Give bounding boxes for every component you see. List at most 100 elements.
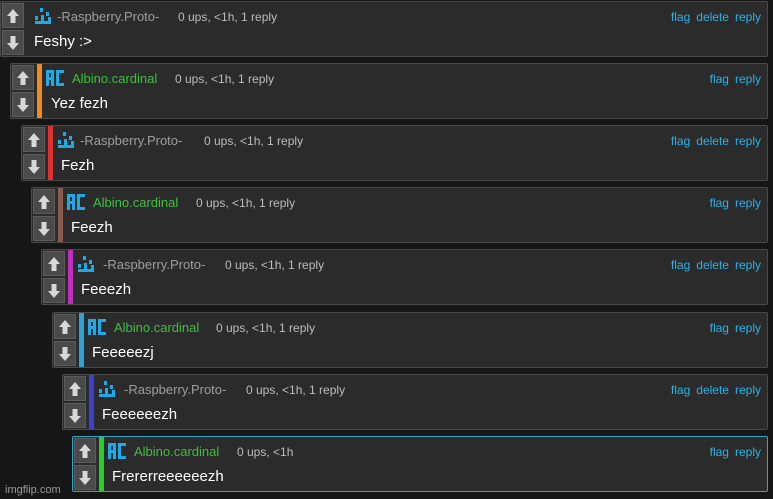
avatar[interactable] bbox=[76, 254, 96, 274]
username-link[interactable]: -Raspberry.Proto- bbox=[124, 382, 226, 398]
username-link[interactable]: Albino.cardinal bbox=[114, 320, 199, 336]
upvote-button[interactable] bbox=[2, 3, 24, 28]
arrow-up-icon bbox=[59, 319, 71, 334]
arrow-up-icon bbox=[48, 256, 60, 271]
arrow-up-icon bbox=[69, 381, 81, 396]
comment-actions: flag delete reply bbox=[665, 258, 761, 272]
comment-1: Albino.cardinal 0 ups, <1h, 1 reply flag… bbox=[10, 63, 768, 119]
thread-accent-bar bbox=[79, 313, 84, 367]
comment-3: Albino.cardinal 0 ups, <1h, 1 reply flag… bbox=[31, 187, 768, 243]
flag-link[interactable]: flag bbox=[671, 383, 690, 397]
comment-meta: 0 ups, <1h, 1 reply bbox=[196, 196, 296, 210]
thread-accent-bar bbox=[68, 250, 73, 304]
flag-link[interactable]: flag bbox=[671, 258, 690, 272]
username-link[interactable]: -Raspberry.Proto- bbox=[80, 133, 182, 149]
rp-avatar-icon bbox=[58, 132, 74, 148]
ac-avatar-icon bbox=[67, 194, 85, 210]
comment-7: Albino.cardinal 0 ups, <1h flag reply Fre… bbox=[72, 436, 768, 492]
reply-link[interactable]: reply bbox=[735, 258, 761, 272]
downvote-button[interactable] bbox=[2, 30, 24, 55]
arrow-up-icon bbox=[79, 443, 91, 458]
downvote-button[interactable] bbox=[64, 403, 86, 428]
comment-0: -Raspberry.Proto- 0 ups, <1h, 1 reply fl… bbox=[0, 1, 768, 57]
arrow-down-icon bbox=[59, 346, 71, 361]
comment-meta: 0 ups, <1h, 1 reply bbox=[225, 258, 325, 272]
downvote-button[interactable] bbox=[33, 216, 55, 241]
vote-controls bbox=[42, 250, 66, 304]
upvote-button[interactable] bbox=[23, 127, 45, 152]
comment-text: Feeeeeezh bbox=[102, 406, 178, 423]
avatar[interactable] bbox=[56, 130, 76, 150]
flag-link[interactable]: flag bbox=[710, 321, 729, 335]
flag-link[interactable]: flag bbox=[671, 10, 690, 24]
downvote-button[interactable] bbox=[12, 92, 34, 117]
reply-link[interactable]: reply bbox=[735, 134, 761, 148]
username-link[interactable]: Albino.cardinal bbox=[93, 195, 178, 211]
delete-link[interactable]: delete bbox=[696, 134, 729, 148]
upvote-button[interactable] bbox=[43, 251, 65, 276]
avatar[interactable] bbox=[66, 192, 86, 212]
thread-accent-bar bbox=[37, 64, 42, 118]
avatar[interactable] bbox=[97, 379, 117, 399]
upvote-button[interactable] bbox=[12, 65, 34, 90]
arrow-up-icon bbox=[38, 194, 50, 209]
delete-link[interactable]: delete bbox=[696, 383, 729, 397]
vote-controls bbox=[63, 375, 87, 429]
reply-link[interactable]: reply bbox=[735, 321, 761, 335]
arrow-up-icon bbox=[7, 8, 19, 23]
flag-link[interactable]: flag bbox=[710, 445, 729, 459]
comment-actions: flag reply bbox=[704, 72, 761, 86]
comment-2: -Raspberry.Proto- 0 ups, <1h, 1 reply fl… bbox=[21, 125, 768, 181]
arrow-up-icon bbox=[17, 70, 29, 85]
username-link[interactable]: Albino.cardinal bbox=[72, 71, 157, 87]
username-link[interactable]: -Raspberry.Proto- bbox=[57, 9, 159, 25]
comment-actions: flag delete reply bbox=[665, 383, 761, 397]
comment-text: Yez fezh bbox=[51, 95, 108, 112]
comment-meta: 0 ups, <1h, 1 reply bbox=[204, 134, 304, 148]
ac-avatar-icon bbox=[108, 443, 126, 459]
arrow-down-icon bbox=[48, 283, 60, 298]
flag-link[interactable]: flag bbox=[710, 72, 729, 86]
arrow-down-icon bbox=[38, 221, 50, 236]
avatar[interactable] bbox=[33, 6, 53, 26]
reply-link[interactable]: reply bbox=[735, 72, 761, 86]
avatar[interactable] bbox=[87, 317, 107, 337]
comment-actions: flag delete reply bbox=[665, 10, 761, 24]
comment-meta: 0 ups, <1h, 1 reply bbox=[178, 10, 278, 24]
comment-text: Feshy :> bbox=[34, 33, 92, 50]
reply-link[interactable]: reply bbox=[735, 196, 761, 210]
delete-link[interactable]: delete bbox=[696, 10, 729, 24]
upvote-button[interactable] bbox=[64, 376, 86, 401]
upvote-button[interactable] bbox=[74, 438, 96, 463]
reply-link[interactable]: reply bbox=[735, 445, 761, 459]
reply-link[interactable]: reply bbox=[735, 10, 761, 24]
upvote-button[interactable] bbox=[33, 189, 55, 214]
comment-text: Frererreeeeeezh bbox=[112, 468, 224, 485]
avatar[interactable] bbox=[45, 68, 65, 88]
downvote-button[interactable] bbox=[54, 341, 76, 366]
username-link[interactable]: -Raspberry.Proto- bbox=[103, 257, 205, 273]
flag-link[interactable]: flag bbox=[671, 134, 690, 148]
downvote-button[interactable] bbox=[23, 154, 45, 179]
thread-accent-bar bbox=[48, 126, 53, 180]
comment-text: Feeeeezj bbox=[92, 344, 154, 361]
arrow-down-icon bbox=[79, 470, 91, 485]
comment-meta: 0 ups, <1h, 1 reply bbox=[246, 383, 346, 397]
downvote-button[interactable] bbox=[43, 278, 65, 303]
ac-avatar-icon bbox=[46, 70, 64, 86]
watermark: imgflip.com bbox=[5, 484, 61, 496]
arrow-down-icon bbox=[69, 408, 81, 423]
upvote-button[interactable] bbox=[54, 314, 76, 339]
delete-link[interactable]: delete bbox=[696, 258, 729, 272]
thread-accent-bar bbox=[89, 375, 94, 429]
username-link[interactable]: Albino.cardinal bbox=[134, 444, 219, 460]
ac-avatar-icon bbox=[88, 319, 106, 335]
downvote-button[interactable] bbox=[74, 465, 96, 490]
comment-meta: 0 ups, <1h bbox=[237, 445, 294, 459]
vote-controls bbox=[32, 188, 56, 242]
reply-link[interactable]: reply bbox=[735, 383, 761, 397]
flag-link[interactable]: flag bbox=[710, 196, 729, 210]
comment-actions: flag delete reply bbox=[665, 134, 761, 148]
avatar[interactable] bbox=[107, 441, 127, 461]
vote-controls bbox=[53, 313, 77, 367]
